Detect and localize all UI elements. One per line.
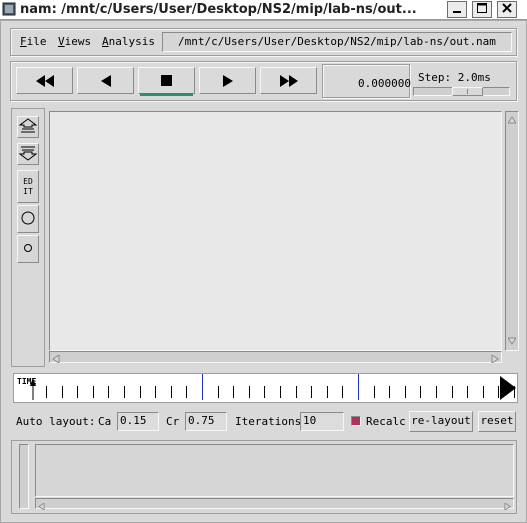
timeline-tick — [77, 386, 79, 398]
node-large-icon — [21, 211, 35, 228]
edit-label-line2: IT — [23, 186, 33, 196]
annotation-scroll-right-icon[interactable] — [504, 500, 511, 513]
scroll-up-icon[interactable] — [507, 114, 517, 127]
iterations-label: Iterations — [235, 415, 302, 428]
close-button[interactable] — [497, 1, 517, 18]
ca-input[interactable]: 0.15 — [117, 412, 159, 431]
rewind-icon — [35, 74, 54, 87]
timeline-tick — [482, 386, 484, 398]
annotation-horizontal-scrollbar[interactable] — [35, 498, 514, 511]
timeline-tick — [498, 386, 500, 398]
app-icon — [2, 2, 16, 16]
cr-input[interactable]: 0.75 — [185, 412, 227, 431]
timeline-tick — [420, 386, 422, 398]
close-icon — [501, 2, 513, 17]
stop-active-indicator — [140, 93, 193, 96]
timeline-tick — [155, 386, 157, 398]
iterations-input[interactable]: 10 — [300, 412, 344, 431]
timeline-tick — [280, 386, 281, 398]
timeline-tick — [46, 386, 47, 398]
network-canvas[interactable] — [49, 111, 502, 351]
time-marker-icon[interactable] — [29, 378, 37, 403]
timeline-tick — [170, 386, 172, 398]
timeline-tick — [61, 386, 63, 398]
menu-views[interactable]: Views — [58, 35, 91, 49]
timeline-tick — [404, 386, 406, 398]
edit-button[interactable]: ED IT — [17, 170, 39, 203]
timeline-major-tick — [358, 374, 359, 400]
minimize-icon — [451, 2, 463, 17]
zoom-in-icon — [18, 117, 38, 137]
timeline-tick — [373, 386, 375, 398]
timeline-tick — [217, 386, 219, 398]
reset-button[interactable]: reset — [478, 411, 516, 432]
zoom-out-icon — [18, 145, 38, 164]
timeline-tick — [295, 386, 297, 398]
minimize-button[interactable] — [447, 1, 467, 18]
step-back-icon — [100, 74, 111, 87]
annotation-list[interactable] — [35, 444, 514, 497]
title-bar: nam: /mnt/c/Users/User/Desktop/NS2/mip/l… — [0, 0, 527, 20]
menu-analysis[interactable]: Analysis — [102, 35, 155, 49]
window-title: nam: /mnt/c/Users/User/Desktop/NS2/mip/l… — [20, 2, 417, 17]
timeline-tick — [326, 386, 328, 398]
annotation-vertical-scrollbar[interactable] — [19, 444, 29, 509]
timeline-tick — [92, 386, 94, 398]
timeline-tick — [139, 386, 141, 398]
timeline-tick — [311, 386, 313, 398]
maximize-button[interactable] — [472, 1, 492, 18]
maximize-icon — [476, 2, 488, 17]
step-back-button[interactable] — [77, 67, 134, 94]
timeline-major-tick — [202, 374, 203, 400]
zoom-out-button[interactable] — [17, 143, 39, 165]
zoom-in-button[interactable] — [17, 116, 39, 138]
file-path-display: /mnt/c/Users/User/Desktop/NS2/mip/lab-ns… — [162, 32, 512, 52]
timeline-tick — [248, 386, 250, 398]
timeline-tick — [451, 386, 453, 398]
timeline-tick — [436, 386, 437, 398]
scroll-right-icon[interactable] — [491, 353, 499, 366]
recalc-checkbox[interactable] — [351, 416, 361, 426]
step-slider-handle[interactable] — [452, 87, 483, 96]
auto-layout-label: Auto layout: — [16, 415, 96, 428]
menu-file[interactable]: File — [20, 35, 47, 49]
play-icon — [222, 74, 233, 87]
stop-button[interactable] — [138, 67, 195, 94]
current-time: 0.000000 — [358, 77, 411, 90]
edit-label-line1: ED — [23, 176, 33, 186]
scroll-left-icon[interactable] — [52, 353, 60, 366]
timeline-tick — [108, 386, 110, 398]
ca-label: Ca — [98, 415, 112, 428]
timeline-tick — [264, 386, 266, 398]
scroll-down-icon[interactable] — [507, 335, 517, 348]
timeline[interactable]: TIME — [13, 373, 518, 403]
cr-label: Cr — [166, 415, 180, 428]
timeline-tick — [342, 386, 344, 398]
stop-icon — [161, 75, 172, 86]
fast-forward-button[interactable] — [260, 67, 317, 94]
timeline-tick — [124, 386, 125, 398]
recalc-label: Recalc — [366, 415, 406, 428]
rewind-button[interactable] — [16, 67, 73, 94]
fast-forward-icon — [279, 74, 298, 87]
annotation-scroll-left-icon[interactable] — [38, 500, 45, 513]
timeline-tick — [186, 386, 188, 398]
node-large-button[interactable] — [17, 205, 39, 233]
timeline-tick — [389, 386, 391, 398]
timeline-tick — [514, 386, 515, 398]
node-small-button[interactable] — [17, 235, 39, 263]
vertical-scrollbar[interactable] — [505, 111, 519, 351]
relayout-button[interactable]: re-layout — [409, 411, 473, 432]
timeline-tick — [467, 386, 469, 398]
node-small-icon — [23, 243, 33, 256]
timeline-tick — [233, 386, 235, 398]
horizontal-scrollbar[interactable] — [49, 351, 502, 366]
play-button[interactable] — [199, 67, 256, 94]
step-label: Step: 2.0ms — [418, 71, 491, 84]
